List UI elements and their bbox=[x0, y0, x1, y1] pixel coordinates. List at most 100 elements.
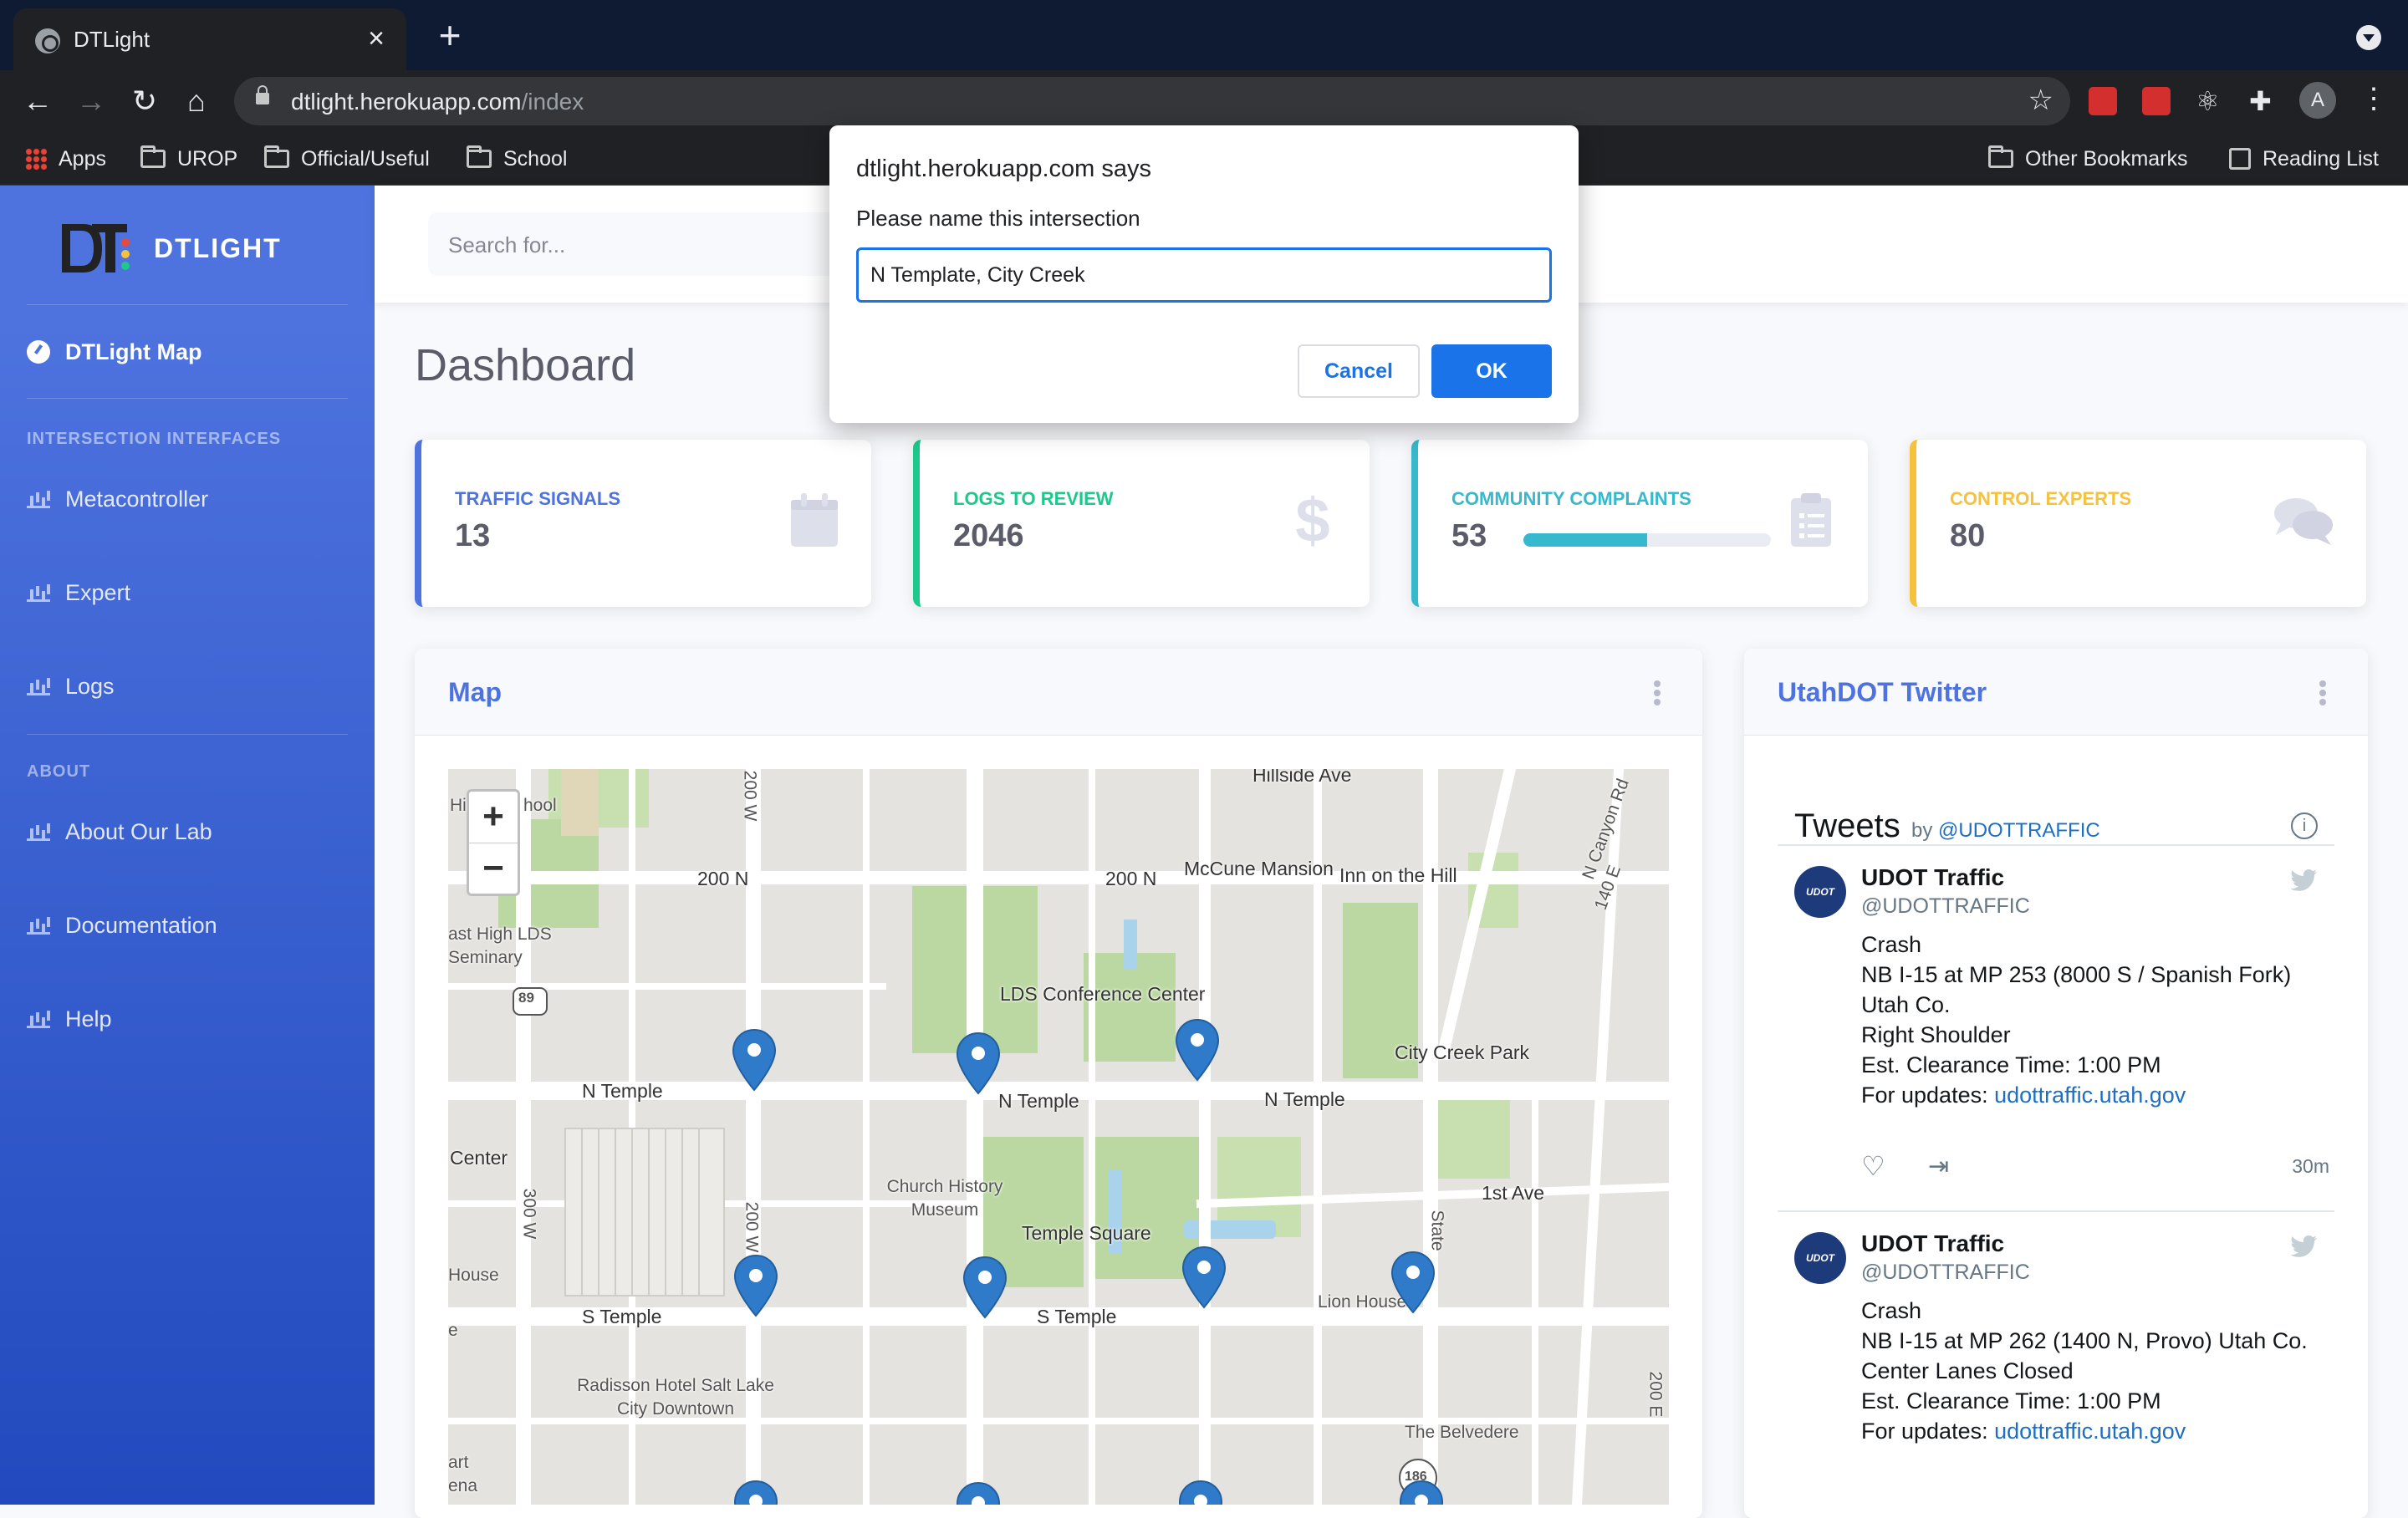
sidebar-item-documentation[interactable]: Documentation bbox=[27, 904, 217, 946]
info-icon[interactable]: i bbox=[2291, 812, 2318, 839]
share-icon[interactable]: ⇥ bbox=[1928, 1152, 1949, 1181]
card-label: CONTROL EXPERTS bbox=[1950, 488, 2132, 509]
reload-button[interactable]: ↻ bbox=[125, 82, 164, 120]
browser-tab[interactable]: DTLight × bbox=[13, 8, 406, 70]
map-panel-header: Map bbox=[415, 649, 1702, 736]
back-button[interactable]: ← bbox=[18, 82, 57, 120]
card-control-experts: CONTROL EXPERTS 80 bbox=[1910, 440, 2366, 607]
sidebar-item-dtlight-map[interactable]: DTLight Map bbox=[27, 331, 202, 373]
intersection-name-input[interactable] bbox=[856, 247, 1552, 303]
map-marker-pin[interactable] bbox=[957, 1032, 1000, 1094]
brand-link[interactable]: DTLIGHT bbox=[59, 219, 282, 278]
search-input[interactable]: Search for... bbox=[428, 212, 896, 276]
card-logs-to-review: LOGS TO REVIEW 2046 $ bbox=[913, 440, 1370, 607]
profile-avatar[interactable]: A bbox=[2299, 82, 2336, 119]
tweet-author-handle[interactable]: @UDOTTRAFFIC bbox=[1861, 894, 2030, 919]
tweet-actions: ♡ ⇥ 30m bbox=[1861, 1150, 2329, 1184]
sidebar-heading-about: ABOUT bbox=[27, 762, 91, 781]
sidebar-item-logs[interactable]: Logs bbox=[27, 665, 115, 707]
tweet-link[interactable]: udottraffic.utah.gov bbox=[1994, 1419, 2186, 1444]
folder-icon bbox=[140, 145, 166, 168]
sidebar-divider bbox=[27, 304, 348, 305]
chart-area-icon bbox=[27, 823, 50, 841]
card-value: 13 bbox=[455, 518, 491, 553]
extensions-puzzle-icon[interactable]: ✚ bbox=[2249, 85, 2278, 116]
twitter-panel-menu-icon[interactable] bbox=[2319, 680, 2326, 687]
tweets-by-handle-link[interactable]: @UDOTTRAFFIC bbox=[1938, 819, 2100, 842]
bookmark-other[interactable]: Other Bookmarks bbox=[1988, 144, 2188, 174]
tweet-author-handle[interactable]: @UDOTTRAFFIC bbox=[1861, 1261, 2030, 1285]
card-traffic-signals: TRAFFIC SIGNALS 13 bbox=[415, 440, 871, 607]
sidebar-item-metacontroller[interactable]: Metacontroller bbox=[27, 478, 208, 520]
home-button[interactable]: ⌂ bbox=[177, 82, 216, 120]
heart-icon[interactable]: ♡ bbox=[1861, 1150, 1885, 1182]
bookmark-urop[interactable]: UROP bbox=[140, 144, 237, 174]
tweet-body: Crash NB I-15 at MP 253 (8000 S / Spanis… bbox=[1861, 932, 2292, 1108]
extension-mendeley-icon[interactable] bbox=[2142, 87, 2171, 115]
prompt-dialog: dtlight.herokuapp.com says Please name t… bbox=[829, 125, 1579, 423]
map-marker-pin[interactable] bbox=[732, 1029, 776, 1091]
map-marker-pin[interactable] bbox=[1176, 1019, 1219, 1081]
lock-icon[interactable] bbox=[256, 85, 269, 104]
twitter-bird-icon[interactable] bbox=[2291, 1235, 2318, 1257]
map-marker-pin[interactable] bbox=[957, 1482, 1000, 1505]
map-marker-pin[interactable] bbox=[1179, 1480, 1222, 1505]
close-tab-icon[interactable]: × bbox=[360, 22, 393, 55]
complaints-progress-bar bbox=[1523, 533, 1771, 547]
tweet-item[interactable]: UDOT UDOT Traffic @UDOTTRAFFIC Crash NB … bbox=[1778, 846, 2334, 1205]
udot-avatar[interactable]: UDOT bbox=[1794, 1232, 1846, 1284]
map-markers-layer bbox=[732, 1019, 1443, 1505]
tweet-time[interactable]: 30m bbox=[2292, 1155, 2329, 1178]
chart-area-icon bbox=[27, 916, 50, 935]
bookmark-school[interactable]: School bbox=[467, 144, 567, 174]
gauge-icon bbox=[27, 340, 50, 364]
sidebar: DTLIGHT DTLight Map INTERSECTION INTERFA… bbox=[0, 186, 375, 1505]
calendar-icon bbox=[791, 493, 838, 547]
page-title: Dashboard bbox=[415, 340, 636, 390]
tweet-author-name[interactable]: UDOT Traffic bbox=[1861, 1230, 2004, 1257]
brand-name: DTLIGHT bbox=[154, 232, 282, 263]
map-marker-pin[interactable] bbox=[734, 1255, 778, 1317]
extension-react-icon[interactable]: ⚛ bbox=[2196, 85, 2224, 116]
address-bar[interactable]: dtlight.herokuapp.com/index ☆ bbox=[234, 77, 2070, 125]
tweet-link[interactable]: udottraffic.utah.gov bbox=[1994, 1082, 2186, 1108]
udot-avatar[interactable]: UDOT bbox=[1794, 866, 1846, 918]
bookmark-official-useful[interactable]: Official/Useful bbox=[264, 144, 430, 174]
bookmark-star-icon[interactable]: ☆ bbox=[2028, 84, 2053, 117]
chart-area-icon bbox=[27, 1010, 50, 1028]
ok-button[interactable]: OK bbox=[1431, 344, 1552, 398]
sidebar-item-help[interactable]: Help bbox=[27, 998, 112, 1040]
map-marker-pin[interactable] bbox=[963, 1256, 1007, 1318]
map-panel-menu-icon[interactable] bbox=[1654, 680, 1661, 687]
extension-lastpass-icon[interactable] bbox=[2089, 87, 2117, 115]
map-marker-pin[interactable] bbox=[734, 1480, 778, 1505]
card-value: 53 bbox=[1451, 518, 1487, 553]
comments-icon bbox=[2274, 498, 2333, 545]
map-view[interactable]: + − Hillside Ave 200 N 200 N McCune Mans… bbox=[448, 769, 1669, 1505]
forward-button[interactable]: → bbox=[72, 82, 110, 120]
card-value: 80 bbox=[1950, 518, 1986, 553]
bookmark-apps[interactable]: Apps bbox=[25, 144, 106, 174]
clipboard-icon bbox=[1791, 493, 1831, 547]
map-marker-pin[interactable] bbox=[1182, 1246, 1226, 1308]
browser-toolbar: ← → ↻ ⌂ dtlight.herokuapp.com/index ☆ ⚛ … bbox=[0, 70, 2408, 132]
tab-search-button[interactable] bbox=[2356, 25, 2381, 50]
tweet-item[interactable]: UDOT UDOT Traffic @UDOTTRAFFIC Crash NB … bbox=[1778, 1212, 2334, 1518]
twitter-bird-icon[interactable] bbox=[2291, 869, 2318, 891]
card-value: 2046 bbox=[953, 518, 1024, 553]
dialog-message: Please name this intersection bbox=[856, 206, 1140, 231]
map-marker-pin[interactable] bbox=[1391, 1251, 1435, 1313]
tweet-author-name[interactable]: UDOT Traffic bbox=[1861, 864, 2004, 891]
new-tab-button[interactable]: + bbox=[431, 16, 468, 55]
map-marker-pin[interactable] bbox=[1400, 1480, 1443, 1505]
reading-list-button[interactable]: Reading List bbox=[2229, 144, 2379, 174]
reading-list-icon bbox=[2229, 148, 2251, 170]
browser-menu-icon[interactable]: ⋮ bbox=[2360, 82, 2388, 115]
tab-title: DTLight bbox=[74, 27, 150, 52]
sidebar-item-about-our-lab[interactable]: About Our Lab bbox=[27, 811, 212, 853]
tweets-heading: Tweets bbox=[1794, 807, 1900, 844]
cancel-button[interactable]: Cancel bbox=[1298, 344, 1420, 398]
folder-icon bbox=[264, 145, 289, 168]
dtlight-logo-icon bbox=[62, 224, 130, 273]
sidebar-item-expert[interactable]: Expert bbox=[27, 572, 130, 614]
